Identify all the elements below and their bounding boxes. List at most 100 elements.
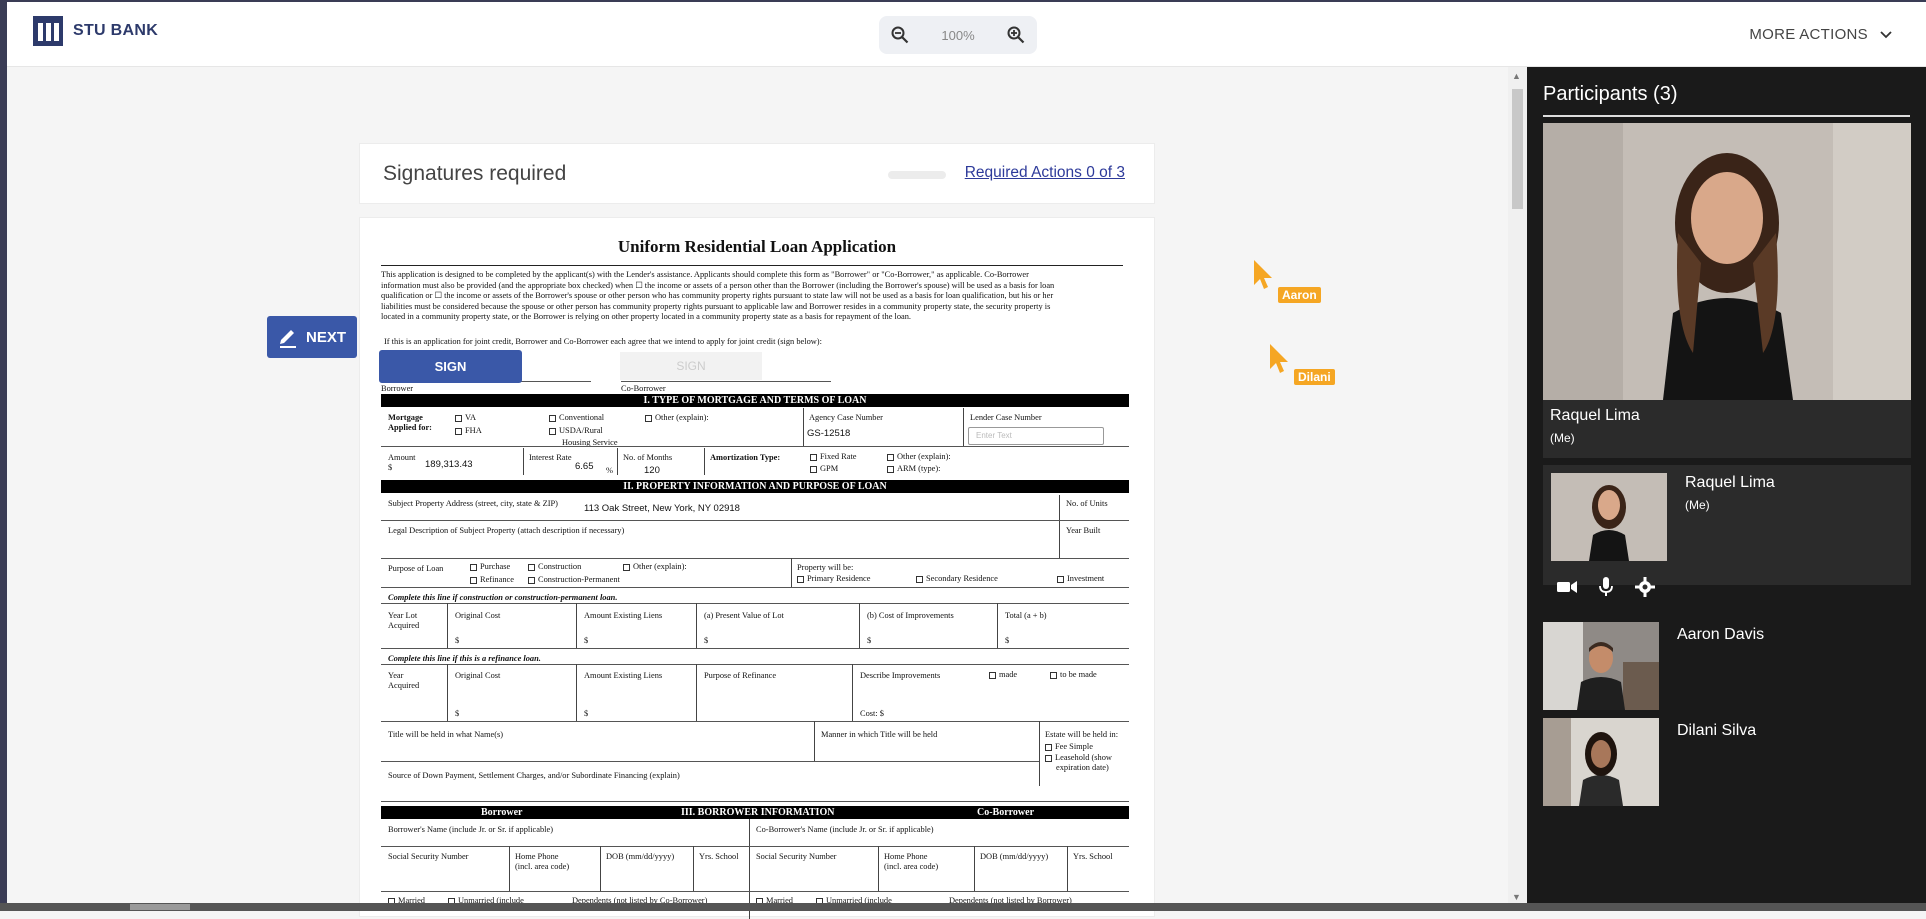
divider xyxy=(576,603,577,648)
bank-logo[interactable]: STU BANK xyxy=(33,16,158,46)
divider xyxy=(814,721,815,761)
source-label: Source of Down Payment, Settlement Charg… xyxy=(388,771,680,780)
loan-application-page: Uniform Residential Loan Application Thi… xyxy=(359,217,1155,919)
signature-progress-bar xyxy=(888,171,946,179)
document-title: Uniform Residential Loan Application xyxy=(617,237,897,256)
mortgage-applied-label: Mortgage Applied for: xyxy=(388,413,432,432)
mortgage-usda[interactable]: USDA/Rural xyxy=(549,426,603,435)
purpose-construction[interactable]: Construction xyxy=(528,562,581,571)
row-rule xyxy=(381,664,1129,665)
participant-tile-dilani[interactable]: Dilani Silva xyxy=(1543,718,1911,806)
participants-divider xyxy=(1543,115,1910,117)
zoom-control: 100% xyxy=(879,16,1037,54)
purpose-construction-label: Construction xyxy=(538,562,582,571)
estate-leasehold[interactable]: Leasehold (show xyxy=(1045,753,1112,762)
row-rule xyxy=(381,446,1129,447)
horizontal-scrollbar-thumb[interactable] xyxy=(130,904,190,910)
scroll-down-arrow-icon[interactable]: ▼ xyxy=(1512,892,1521,902)
section-3-header: Borrower III. BORROWER INFORMATION Co-Bo… xyxy=(381,806,1129,819)
estate-leasehold-label: Leasehold (show xyxy=(1055,753,1112,762)
amort-fixed[interactable]: Fixed Rate xyxy=(810,452,857,461)
participant-tile-aaron[interactable]: Aaron Davis xyxy=(1543,622,1911,710)
bank-logo-icon xyxy=(33,16,63,46)
divider xyxy=(696,664,697,721)
row-rule xyxy=(381,587,1129,588)
amort-other-label: Other (explain): xyxy=(897,452,951,461)
property-secondary-label: Secondary Residence xyxy=(926,574,998,583)
amort-arm[interactable]: ARM (type): xyxy=(887,464,941,473)
intro-line: located in a community property state, o… xyxy=(381,312,912,321)
property-investment[interactable]: Investment xyxy=(1057,574,1104,583)
property-secondary[interactable]: Secondary Residence xyxy=(916,574,998,583)
intro-line: information must also be provided (and t… xyxy=(381,280,1055,290)
bank-logo-text: STU BANK xyxy=(73,22,159,39)
divider xyxy=(803,408,804,446)
divider xyxy=(997,603,998,648)
interest-rate-value: 6.65 xyxy=(575,461,594,472)
purpose-purchase[interactable]: Purchase xyxy=(470,562,510,571)
zoom-level: 100% xyxy=(941,27,975,43)
dilani-thumbnail-image xyxy=(1543,718,1659,806)
raquel-thumbnail-image xyxy=(1551,473,1667,561)
cost-label: Cost: $ xyxy=(860,709,884,718)
participant-name: Aaron Davis xyxy=(1677,626,1765,643)
purpose-construction-permanent[interactable]: Construction-Permanent xyxy=(528,575,620,584)
participant-thumbnail xyxy=(1543,622,1659,710)
amort-other[interactable]: Other (explain): xyxy=(887,452,951,461)
row-rule xyxy=(381,801,1129,802)
participants-panel: Participants (3) Raquel Lima (Me) Raquel… xyxy=(1527,67,1926,903)
mortgage-other-label: Other (explain): xyxy=(655,413,709,422)
construction-col-improvements: (b) Cost of Improvements xyxy=(867,611,954,620)
purpose-construction-permanent-label: Construction-Permanent xyxy=(538,575,620,584)
co-home-phone-label: Home Phone (incl. area code) xyxy=(884,852,939,871)
scrollbar-thumb[interactable] xyxy=(1512,89,1523,209)
amount-dollar: $ xyxy=(388,463,393,472)
amort-gpm-label: GPM xyxy=(820,464,839,473)
more-actions-menu[interactable]: MORE ACTIONS xyxy=(1749,26,1892,43)
section-3-borrower: Borrower xyxy=(481,807,523,818)
purpose-refinance[interactable]: Refinance xyxy=(470,575,514,584)
intro-line: qualification or ☐ the income or assets … xyxy=(381,291,1054,300)
title-names-label: Title will be held in what Name(s) xyxy=(388,730,504,739)
mortgage-va[interactable]: VA xyxy=(455,413,476,422)
estate-fee-simple[interactable]: Fee Simple xyxy=(1045,742,1093,751)
divider xyxy=(509,846,510,891)
required-actions-link[interactable]: Required Actions 0 of 3 xyxy=(965,164,1125,182)
horizontal-scrollbar[interactable] xyxy=(0,903,1926,911)
borrower-sign-button[interactable]: SIGN xyxy=(379,350,522,383)
intro-line: liabilities must be considered because t… xyxy=(381,301,1051,311)
amort-gpm[interactable]: GPM xyxy=(810,464,838,473)
next-button[interactable]: NEXT xyxy=(267,316,357,358)
row-rule xyxy=(381,603,1129,604)
amount-label: Amount xyxy=(388,453,416,462)
refinance-to-be-made[interactable]: to be made xyxy=(1050,670,1097,679)
mortgage-usda-label: USDA/Rural xyxy=(559,426,603,435)
intro-line: This application is designed to be compl… xyxy=(381,270,1029,279)
mortgage-conventional[interactable]: Conventional xyxy=(549,413,604,422)
property-primary[interactable]: Primary Residence xyxy=(797,574,871,583)
coborrower-sign-button[interactable]: SIGN xyxy=(620,352,762,380)
more-actions-label: MORE ACTIONS xyxy=(1749,26,1868,43)
mortgage-fha[interactable]: FHA xyxy=(455,426,482,435)
divider xyxy=(852,664,853,721)
construction-col-original: Original Cost xyxy=(455,611,501,620)
mortgage-other[interactable]: Other (explain): xyxy=(645,413,709,422)
divider xyxy=(974,846,975,891)
microphone-icon[interactable] xyxy=(1599,577,1613,597)
video-camera-icon[interactable] xyxy=(1557,580,1577,594)
lender-case-number-input[interactable]: Enter Text xyxy=(968,427,1104,445)
participant-tile-raquel[interactable]: Raquel Lima (Me) xyxy=(1543,465,1911,597)
dollar-sign: $ xyxy=(455,636,460,645)
zoom-in-button[interactable] xyxy=(1007,26,1025,44)
scroll-up-arrow-icon[interactable]: ▲ xyxy=(1512,71,1521,81)
estate-label: Estate will be held in: xyxy=(1045,730,1119,739)
document-scrollbar[interactable]: ▲ ▼ xyxy=(1508,67,1527,906)
settings-gear-icon[interactable] xyxy=(1635,577,1655,597)
joint-credit-text: If this is an application for joint cred… xyxy=(384,337,822,346)
refinance-made[interactable]: made xyxy=(989,670,1017,679)
zoom-out-button[interactable] xyxy=(891,26,909,44)
main-video-feed[interactable] xyxy=(1543,123,1911,400)
dollar-sign: $ xyxy=(1005,636,1010,645)
purpose-other[interactable]: Other (explain): xyxy=(623,562,687,571)
mortgage-conventional-label: Conventional xyxy=(559,413,605,422)
